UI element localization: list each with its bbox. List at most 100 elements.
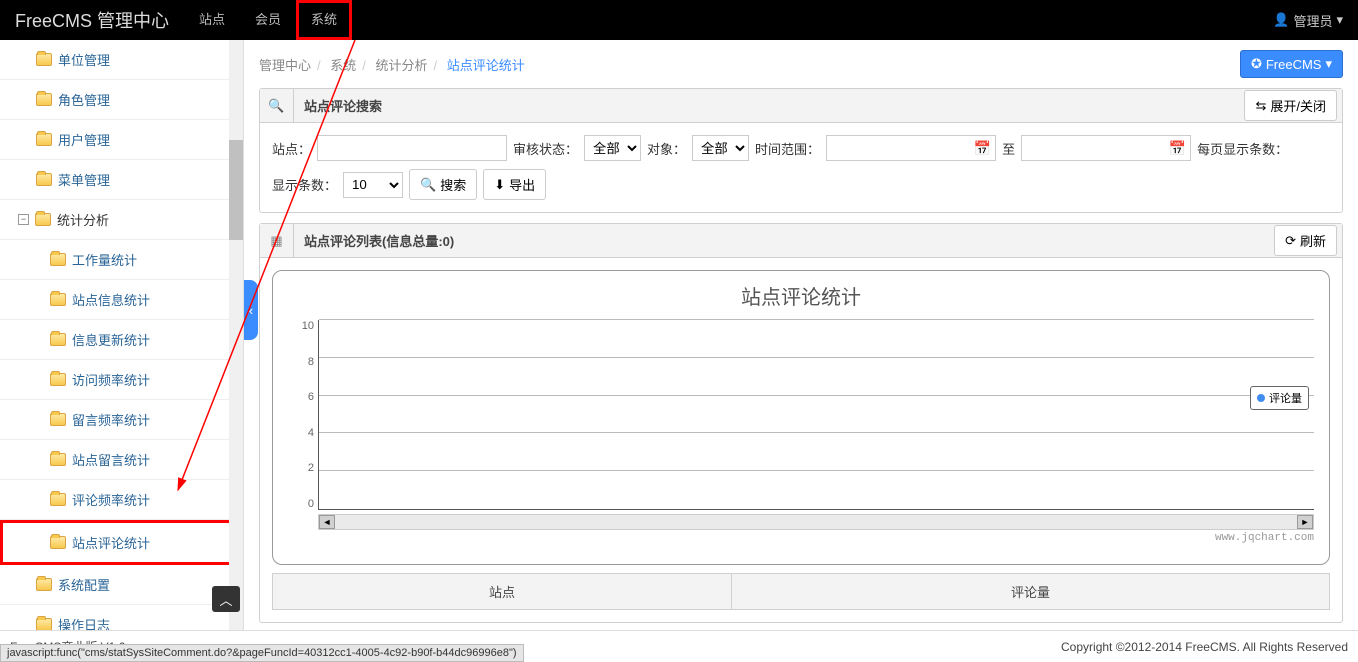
sidebar-item-2[interactable]: 用户管理	[0, 120, 243, 160]
caret-down-icon: ▾	[1336, 12, 1343, 28]
audit-select[interactable]: 全部	[584, 135, 641, 161]
globe-icon: ✪	[1251, 56, 1262, 72]
crumb-0[interactable]: 管理中心	[259, 58, 311, 73]
sidebar-item-14[interactable]: 操作日志	[0, 605, 243, 630]
sidebar-item-8[interactable]: 访问频率统计	[0, 360, 243, 400]
sidebar-item-9[interactable]: 留言频率统计	[0, 400, 243, 440]
sidebar-item-13[interactable]: 系统配置	[0, 565, 243, 605]
sidebar-item-7[interactable]: 信息更新统计	[0, 320, 243, 360]
folder-icon	[50, 373, 66, 386]
sidebar-item-label: 站点留言统计	[72, 450, 150, 469]
folder-icon	[50, 493, 66, 506]
sidebar-item-label: 访问频率统计	[72, 370, 150, 389]
sidebar: 单位管理角色管理用户管理菜单管理 −统计分析工作量统计站点信息统计信息更新统计访问…	[0, 40, 244, 630]
scrollbar-left[interactable]: ◄	[319, 515, 335, 529]
legend: 评论量	[1250, 386, 1309, 410]
user-menu[interactable]: 👤 管理员 ▾	[1273, 11, 1343, 30]
nav-system[interactable]: 系统	[296, 0, 352, 40]
folder-icon	[36, 578, 52, 591]
label-time: 时间范围：	[755, 139, 820, 158]
sidebar-item-label: 单位管理	[58, 50, 110, 69]
sidebar-item-label: 站点信息统计	[72, 290, 150, 309]
sidebar-item-1[interactable]: 角色管理	[0, 80, 243, 120]
sidebar-item-12[interactable]: 站点评论统计	[0, 520, 243, 565]
crumb-2[interactable]: 统计分析	[376, 58, 428, 73]
sidebar-item-0[interactable]: 单位管理	[0, 40, 243, 80]
crumb-1[interactable]: 系统	[330, 58, 356, 73]
chart-scrollbar[interactable]: ◄ ►	[318, 514, 1314, 530]
label-audit: 审核状态：	[513, 139, 578, 158]
freecms-button[interactable]: ✪ FreeCMS ▾	[1240, 50, 1343, 78]
label-to: 至	[1002, 139, 1015, 158]
plot-area	[318, 320, 1314, 510]
folder-icon	[50, 293, 66, 306]
sidebar-scrollbar[interactable]	[229, 40, 243, 630]
target-select[interactable]: 全部	[692, 135, 749, 161]
label-target: 对象：	[647, 139, 686, 158]
download-icon: ⬇	[494, 177, 505, 193]
folder-icon	[50, 536, 66, 549]
folder-icon	[36, 53, 52, 66]
breadcrumb: 管理中心/ 系统/ 统计分析/ 站点评论统计	[259, 55, 525, 74]
tree-toggle-icon[interactable]: −	[18, 214, 29, 225]
date-to-input[interactable]: 📅	[1021, 135, 1191, 161]
scroll-top-button[interactable]: ︿	[212, 586, 240, 612]
grid-icon: ▦	[260, 224, 294, 257]
nav-member[interactable]: 会员	[240, 0, 296, 40]
sidebar-item-label: 信息更新统计	[72, 330, 150, 349]
toggle-icon: ⇆	[1255, 98, 1266, 114]
sidebar-item-5[interactable]: 工作量统计	[0, 240, 243, 280]
status-bar: javascript:func("cms/statSysSiteComment.…	[0, 644, 524, 662]
folder-icon	[50, 333, 66, 346]
sidebar-item-label: 用户管理	[58, 130, 110, 149]
date-from-input[interactable]: 📅	[826, 135, 996, 161]
site-input[interactable]	[317, 135, 507, 161]
calendar-icon: 📅	[1169, 140, 1186, 157]
search-button[interactable]: 🔍搜索	[409, 169, 477, 200]
folder-icon	[36, 618, 52, 630]
refresh-button[interactable]: ⟳ 刷新	[1274, 225, 1337, 256]
nav-site[interactable]: 站点	[184, 0, 240, 40]
sidebar-item-3[interactable]: 菜单管理	[0, 160, 243, 200]
search-panel-title: 站点评论搜索	[294, 96, 1244, 115]
label-perpage2: 显示条数：	[272, 175, 337, 194]
sidebar-item-11[interactable]: 评论频率统计	[0, 480, 243, 520]
label-perpage: 每页显示条数：	[1197, 139, 1288, 158]
perpage-select[interactable]: 10	[343, 172, 403, 198]
folder-icon	[35, 213, 51, 226]
chart-title: 站点评论统计	[288, 281, 1314, 310]
th-count: 评论量	[732, 574, 1330, 610]
folder-icon	[36, 133, 52, 146]
sidebar-item-label: 站点评论统计	[72, 533, 150, 552]
legend-label: 评论量	[1269, 390, 1302, 406]
sidebar-item-4[interactable]: −统计分析	[0, 200, 243, 240]
toggle-panel-button[interactable]: ⇆ 展开/关闭	[1244, 90, 1337, 121]
export-button[interactable]: ⬇导出	[483, 169, 546, 200]
list-panel: ▦ 站点评论列表(信息总量:0) ⟳ 刷新 站点评论统计 1086420 评	[259, 223, 1343, 623]
sidebar-item-label: 留言频率统计	[72, 410, 150, 429]
sidebar-item-10[interactable]: 站点留言统计	[0, 440, 243, 480]
folder-icon	[50, 413, 66, 426]
data-table: 站点 评论量	[272, 573, 1330, 610]
chart-watermark: www.jqchart.com	[288, 532, 1314, 544]
folder-icon	[50, 453, 66, 466]
top-navbar: FreeCMS 管理中心 站点 会员 系统 👤 管理员 ▾	[0, 0, 1358, 40]
search-panel: 🔍 站点评论搜索 ⇆ 展开/关闭 站点： 审核状态： 全部 对象： 全部 时间范…	[259, 88, 1343, 213]
sidebar-item-label: 评论频率统计	[72, 490, 150, 509]
th-site: 站点	[273, 574, 732, 610]
brand: FreeCMS 管理中心	[15, 7, 169, 33]
sidebar-item-label: 角色管理	[58, 90, 110, 109]
sidebar-item-6[interactable]: 站点信息统计	[0, 280, 243, 320]
chart: 站点评论统计 1086420 评论量 ◄ ► www.jqchart.com	[272, 270, 1330, 565]
crumb-3: 站点评论统计	[447, 58, 525, 73]
content-area: 管理中心/ 系统/ 统计分析/ 站点评论统计 ✪ FreeCMS ▾ 🔍 站点评…	[244, 40, 1358, 630]
list-panel-title: 站点评论列表(信息总量:0)	[294, 231, 1274, 250]
chevron-up-icon: ︿	[219, 590, 232, 609]
y-axis: 1086420	[288, 320, 318, 510]
sidebar-collapse-handle[interactable]: ‹	[244, 280, 258, 340]
sidebar-item-label: 操作日志	[58, 615, 110, 630]
sidebar-item-label: 菜单管理	[58, 170, 110, 189]
footer-right: Copyright ©2012-2014 FreeCMS. All Rights…	[1061, 640, 1348, 654]
user-icon: 👤	[1273, 12, 1289, 28]
scrollbar-right[interactable]: ►	[1297, 515, 1313, 529]
